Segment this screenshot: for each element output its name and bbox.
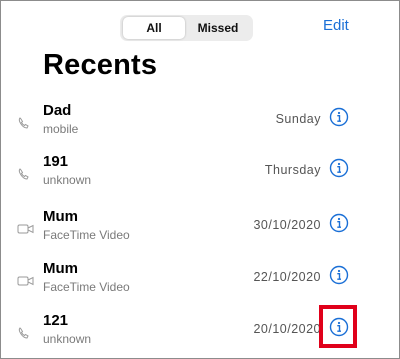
call-row-date: Sunday xyxy=(275,112,321,126)
video-camera-icon xyxy=(17,224,34,234)
call-row-191[interactable]: 191 unknown Thursday xyxy=(1,153,399,208)
page-title: Recents xyxy=(43,49,158,81)
call-row-subtitle: unknown xyxy=(43,332,92,346)
call-filter-segmented-control: All Missed xyxy=(120,15,253,41)
call-row-subtitle: unknown xyxy=(43,173,92,187)
info-icon[interactable] xyxy=(329,107,349,127)
call-row-name: Mum xyxy=(43,260,78,277)
phone-icon xyxy=(18,168,29,180)
call-row-date: 20/10/2020 xyxy=(253,322,321,336)
call-row-name: Mum xyxy=(43,208,78,225)
call-row-date: Thursday xyxy=(264,163,321,177)
call-row-name: 191 xyxy=(43,153,69,170)
video-camera-icon xyxy=(17,276,34,286)
segment-missed[interactable]: Missed xyxy=(186,17,250,39)
call-row-date: 22/10/2020 xyxy=(253,270,321,284)
call-row-name: Dad xyxy=(43,102,72,119)
call-row-subtitle: mobile xyxy=(43,122,79,136)
call-row-subtitle: FaceTime Video xyxy=(43,228,130,242)
call-row-date: 30/10/2020 xyxy=(253,218,321,232)
segment-all[interactable]: All xyxy=(123,17,185,39)
info-icon[interactable] xyxy=(329,158,349,178)
call-row-mum-1[interactable]: Mum FaceTime Video 30/10/2020 xyxy=(1,208,399,263)
highlight-box xyxy=(319,305,357,348)
call-row-name: 121 xyxy=(43,312,69,329)
info-icon[interactable] xyxy=(329,265,349,285)
edit-button[interactable]: Edit xyxy=(323,17,349,34)
info-icon[interactable] xyxy=(329,213,349,233)
phone-icon xyxy=(18,117,29,129)
phone-icon xyxy=(18,327,29,339)
recents-screen: All Missed Edit Recents Dad mobile Sunda… xyxy=(0,0,400,359)
call-row-subtitle: FaceTime Video xyxy=(43,280,130,294)
call-row-dad[interactable]: Dad mobile Sunday xyxy=(1,102,399,157)
